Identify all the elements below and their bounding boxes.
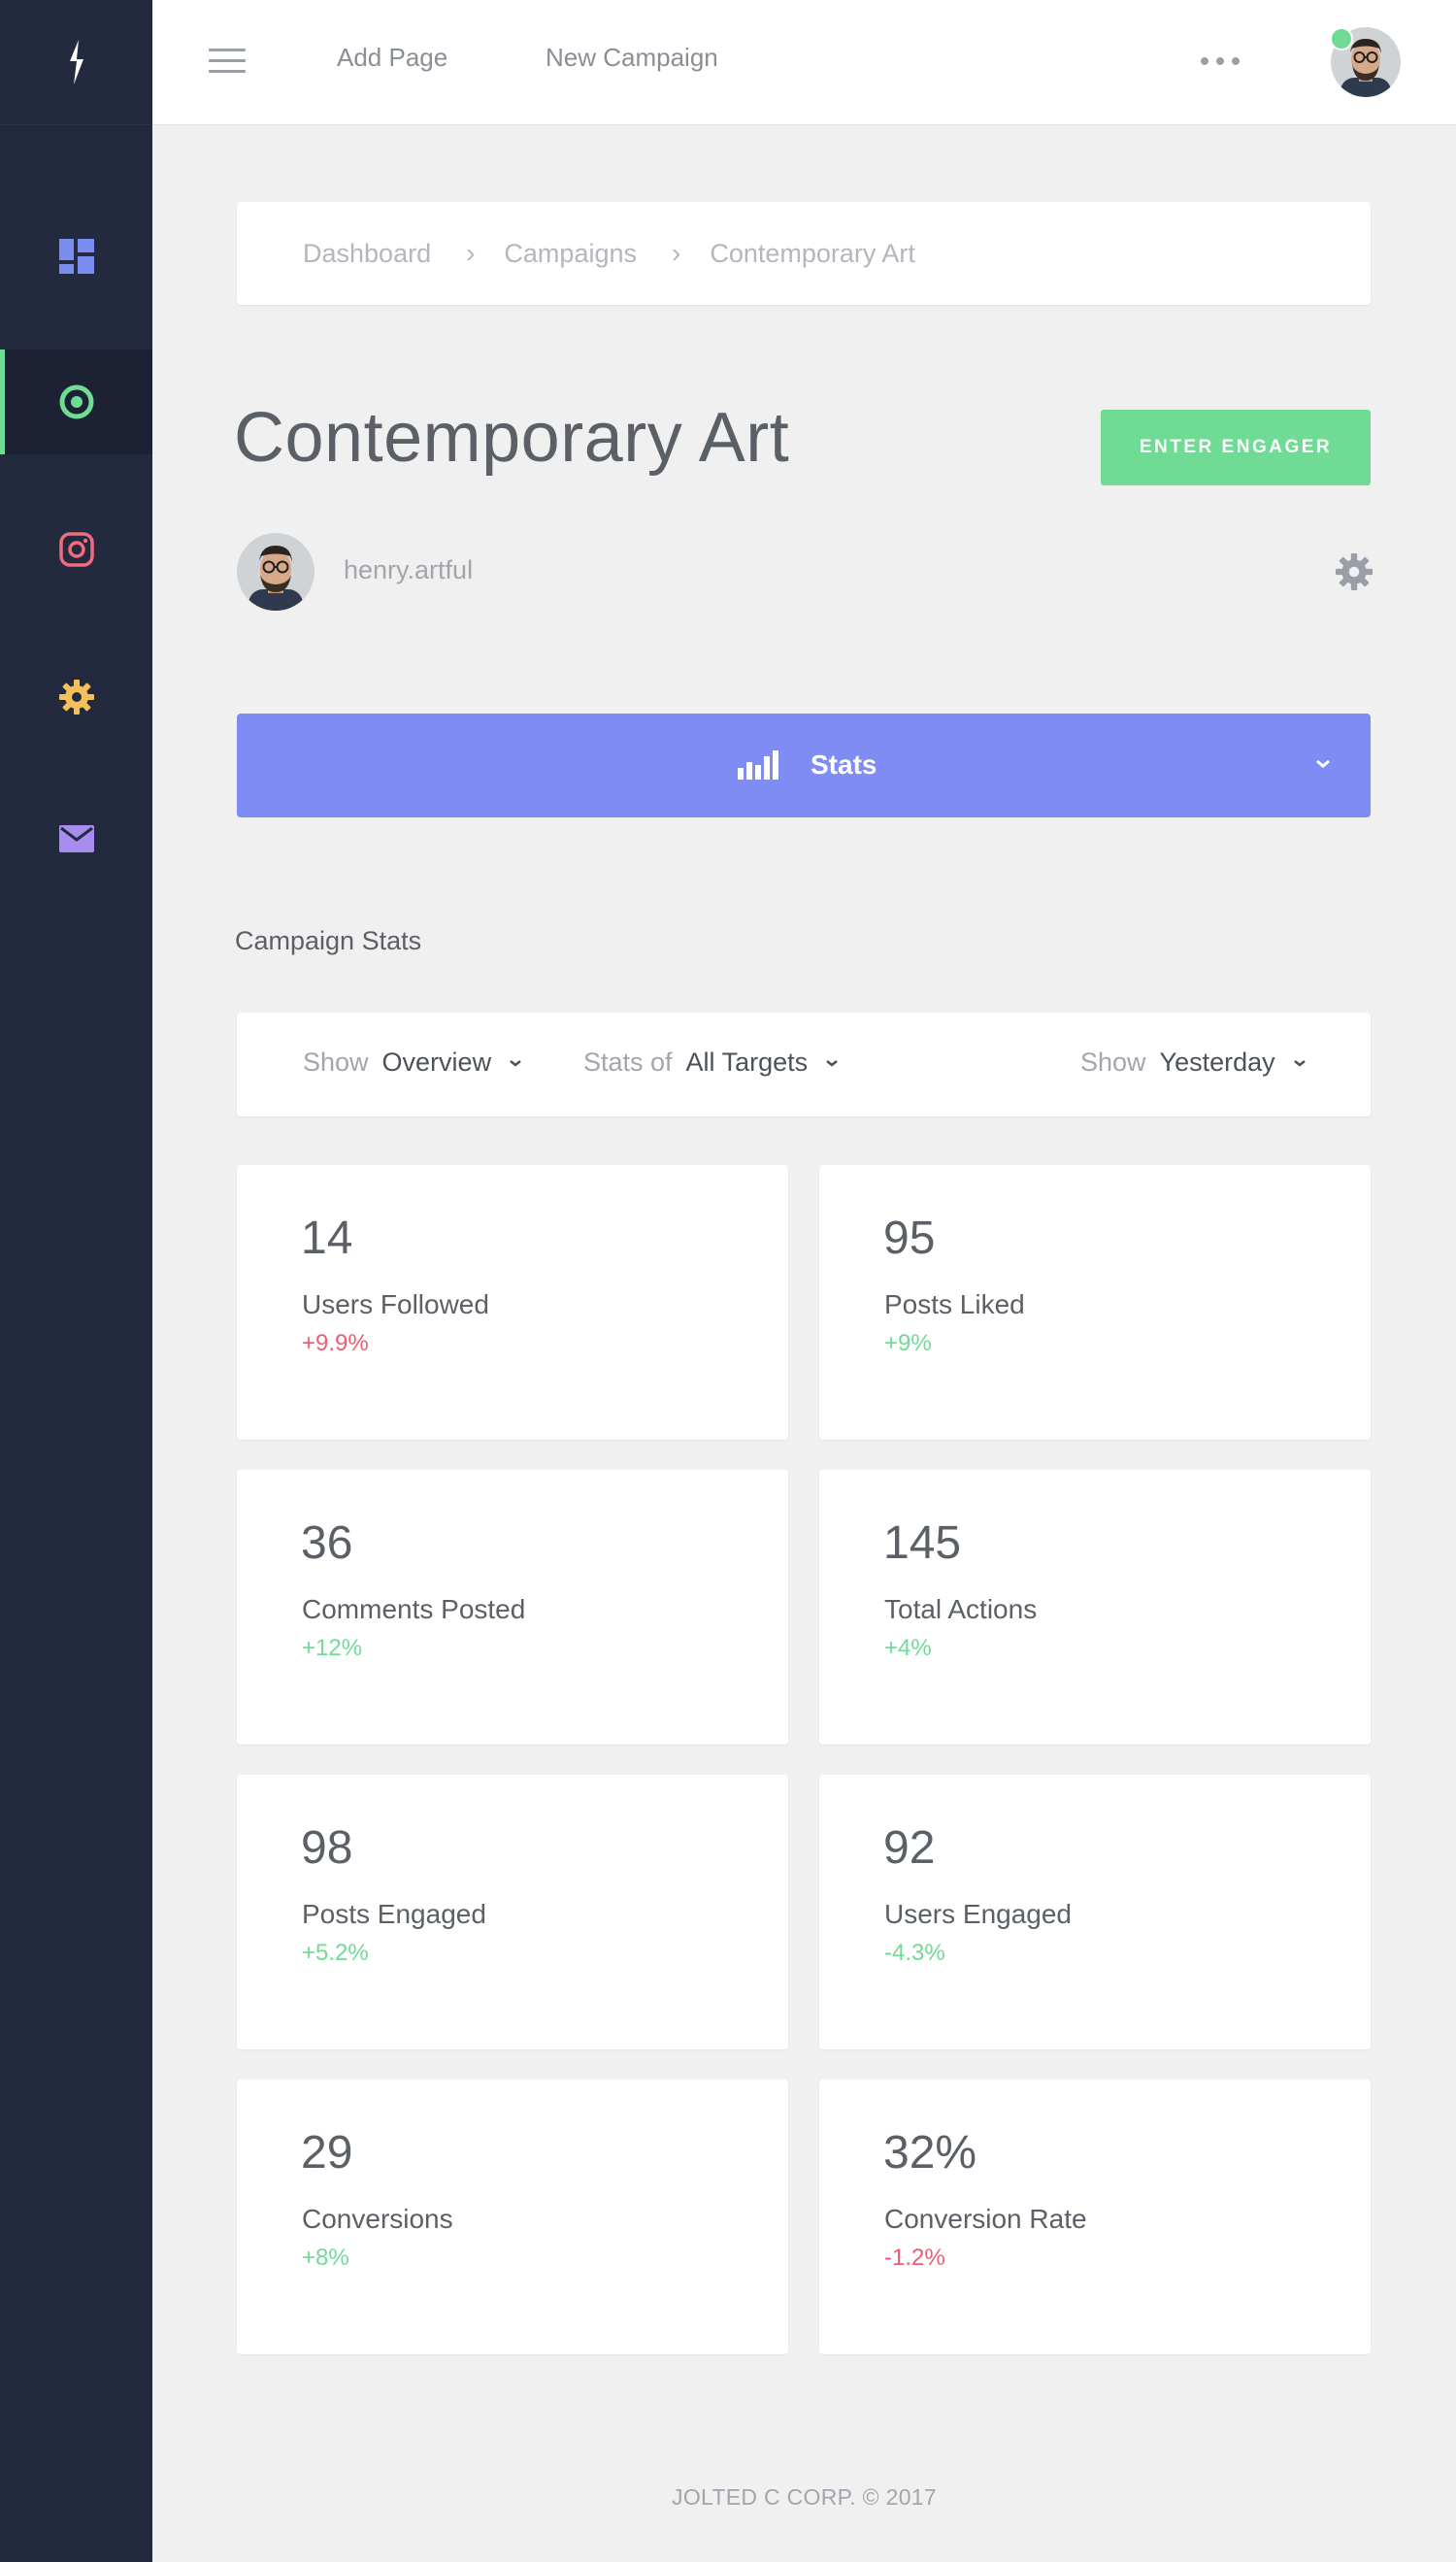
bar-chart-icon xyxy=(738,750,778,780)
breadcrumb-current[interactable]: Contemporary Art xyxy=(710,239,915,269)
lightning-logo-icon xyxy=(69,40,83,84)
stat-card-posts-engaged: 98 Posts Engaged +5.2% xyxy=(237,1775,788,2049)
filter-label: Show xyxy=(303,1048,369,1077)
stat-change: +5.2% xyxy=(302,1940,369,1966)
stat-card-total-actions: 145 Total Actions +4% xyxy=(819,1470,1371,1745)
filter-view-dropdown[interactable]: Show Overview xyxy=(303,1048,522,1078)
breadcrumb-separator: › xyxy=(466,238,476,268)
sidebar-item-campaigns[interactable] xyxy=(0,349,152,454)
stats-label: Stats xyxy=(811,749,877,780)
stat-card-users-engaged: 92 Users Engaged -4.3% xyxy=(819,1775,1371,2049)
stat-card-conversions: 29 Conversions +8% xyxy=(237,2080,788,2354)
stat-label: Conversions xyxy=(302,2204,453,2234)
stat-value: 92 xyxy=(883,1822,936,1874)
settings-gear-icon[interactable] xyxy=(1336,553,1373,590)
username[interactable]: henry.artful xyxy=(344,555,473,585)
stat-label: Total Actions xyxy=(884,1594,1038,1624)
online-status-indicator xyxy=(1330,27,1353,50)
stat-value: 29 xyxy=(301,2127,353,2179)
stat-value: 98 xyxy=(301,1822,353,1874)
filter-value: All Targets xyxy=(685,1048,809,1077)
filter-period-dropdown[interactable]: Show Yesterday xyxy=(1080,1048,1307,1078)
stat-value: 36 xyxy=(301,1517,353,1569)
stat-value: 14 xyxy=(301,1213,353,1264)
menu-icon[interactable] xyxy=(209,49,246,76)
filter-label: Stats of xyxy=(583,1048,673,1077)
stats-accordion[interactable]: Stats xyxy=(237,714,1371,817)
filter-targets-dropdown[interactable]: Stats of All Targets xyxy=(583,1048,839,1078)
target-icon xyxy=(59,384,93,419)
chevron-down-icon xyxy=(1316,759,1330,768)
chevron-down-icon xyxy=(510,1059,521,1067)
stat-label: Comments Posted xyxy=(302,1594,526,1624)
stat-value: 32% xyxy=(883,2127,977,2179)
chevron-down-icon xyxy=(1293,1059,1306,1067)
stat-change: -4.3% xyxy=(884,1940,945,1966)
mail-icon xyxy=(58,825,94,852)
stat-change: +9% xyxy=(884,1330,932,1356)
filter-label: Show xyxy=(1080,1048,1146,1077)
stat-change: +9.9% xyxy=(302,1330,369,1356)
more-options-icon[interactable] xyxy=(1201,53,1240,69)
stat-value: 95 xyxy=(883,1213,936,1264)
stat-card-conversion-rate: 32% Conversion Rate -1.2% xyxy=(819,2080,1371,2354)
stat-label: Users Engaged xyxy=(884,1899,1073,1929)
breadcrumb-dashboard[interactable]: Dashboard xyxy=(303,239,431,269)
chevron-down-icon xyxy=(826,1059,838,1067)
logo[interactable] xyxy=(0,0,152,125)
stat-card-users-followed: 14 Users Followed +9.9% xyxy=(237,1165,788,1440)
dashboard-icon xyxy=(58,239,94,274)
breadcrumb: Dashboard › Campaigns › Contemporary Art xyxy=(237,202,1371,305)
stat-change: +8% xyxy=(302,2245,349,2271)
stat-card-comments-posted: 36 Comments Posted +12% xyxy=(237,1470,788,1745)
stat-value: 145 xyxy=(883,1517,962,1569)
stat-change: +12% xyxy=(302,1635,363,1661)
sidebar-item-settings[interactable] xyxy=(0,645,152,749)
stat-change: -1.2% xyxy=(884,2245,945,2271)
sidebar-item-instagram[interactable] xyxy=(0,497,152,602)
section-title: Campaign Stats xyxy=(235,926,422,955)
user-avatar xyxy=(237,533,314,611)
breadcrumb-campaigns[interactable]: Campaigns xyxy=(504,239,637,269)
footer-copyright: JOLTED C CORP. © 2017 xyxy=(672,2484,937,2510)
stat-label: Conversion Rate xyxy=(884,2204,1087,2234)
top-bar: Add Page New Campaign xyxy=(152,0,1456,125)
add-page-link[interactable]: Add Page xyxy=(337,43,447,73)
instagram-icon xyxy=(58,532,94,567)
filter-bar: Show Overview Stats of All Targets Show … xyxy=(237,1013,1371,1116)
filter-value: Overview xyxy=(381,1048,492,1077)
breadcrumb-separator: › xyxy=(672,238,681,268)
stat-label: Posts Liked xyxy=(884,1289,1025,1319)
sidebar-item-messages[interactable] xyxy=(0,786,152,891)
gear-icon xyxy=(58,680,94,715)
new-campaign-link[interactable]: New Campaign xyxy=(546,43,718,73)
stat-card-posts-liked: 95 Posts Liked +9% xyxy=(819,1165,1371,1440)
stat-label: Posts Engaged xyxy=(302,1899,486,1929)
enter-engager-button[interactable]: ENTER ENGAGER xyxy=(1101,410,1371,485)
page-title: Contemporary Art xyxy=(234,399,790,477)
sidebar-item-dashboard[interactable] xyxy=(0,204,152,309)
sidebar xyxy=(0,0,152,2562)
stat-label: Users Followed xyxy=(302,1289,489,1319)
stat-change: +4% xyxy=(884,1635,932,1661)
filter-value: Yesterday xyxy=(1159,1048,1275,1077)
